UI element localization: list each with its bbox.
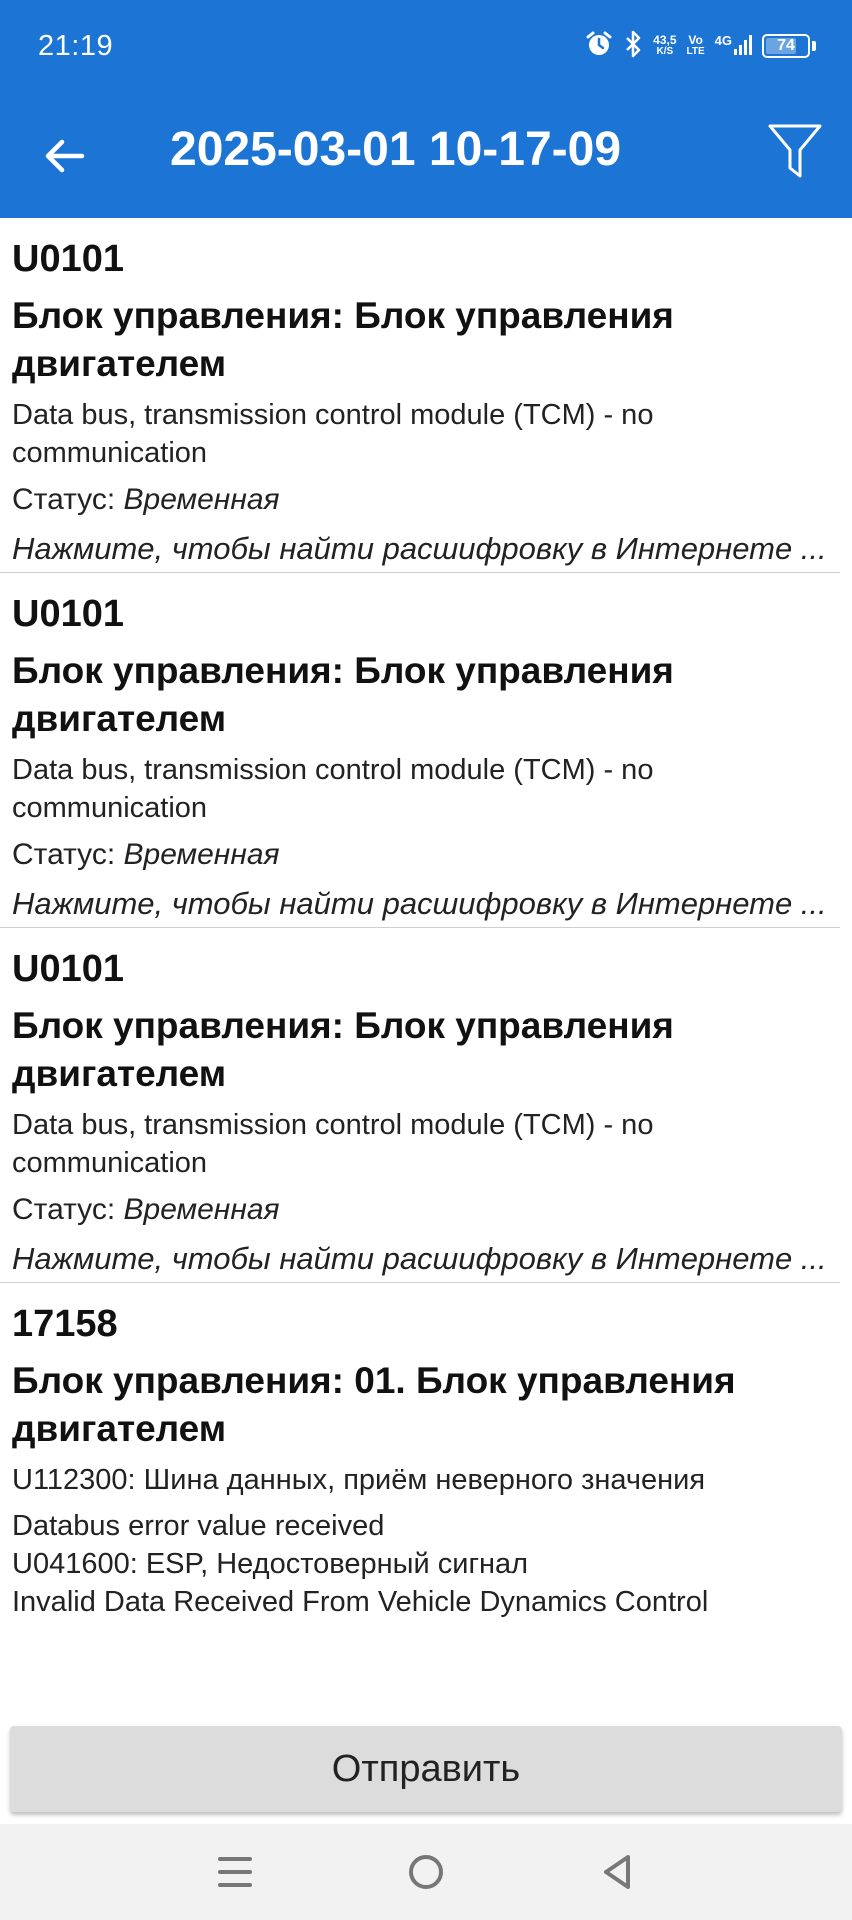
control-unit: Блок управления: Блок управления двигате… <box>12 295 674 384</box>
error-description: Data bus, transmission control module (T… <box>12 1109 654 1179</box>
battery-icon: 74 <box>762 34 816 58</box>
error-status: Статус: Временная <box>12 480 828 520</box>
battery-level: 74 <box>777 37 795 54</box>
status-bar: 21:19 43,5 K/S Vo LTE 4G 74 <box>0 0 852 92</box>
network-type: 4G <box>714 33 752 57</box>
network-type-label: 4G <box>714 33 732 48</box>
menu-icon <box>218 1857 253 1887</box>
battery-tip <box>812 41 816 51</box>
arrow-left-icon <box>45 139 85 173</box>
status-label: Статус: <box>12 483 124 516</box>
error-status: Статус: Временная <box>12 835 828 875</box>
status-time: 21:19 <box>38 30 114 62</box>
back-nav-button[interactable] <box>587 1842 647 1902</box>
navigation-bar <box>0 1824 852 1920</box>
send-button-container: Отправить <box>10 1726 842 1812</box>
error-status: Статус: Временная <box>12 1190 828 1230</box>
volte-top: Vo <box>688 33 703 47</box>
search-online-link[interactable]: Нажмите, чтобы найти расшифровку в Интер… <box>12 883 828 927</box>
error-list: U0101 Блок управления: Блок управления д… <box>0 218 852 1718</box>
alarm-icon <box>585 30 613 63</box>
error-item[interactable]: 17158 Блок управления: 01. Блок управлен… <box>0 1283 840 1621</box>
status-value: Временная <box>123 1193 280 1226</box>
back-button[interactable] <box>32 124 96 188</box>
back-triangle-icon <box>603 1855 630 1889</box>
filter-button[interactable] <box>762 118 828 184</box>
battery-body: 74 <box>762 34 810 58</box>
error-detail-line: U041600: ESP, Недостоверный сигнал <box>12 1548 529 1580</box>
signal-icon <box>734 35 752 57</box>
net-speed-unit: K/S <box>656 46 674 57</box>
volte-indicator: Vo LTE <box>687 34 705 58</box>
error-code: 17158 <box>12 1303 118 1345</box>
error-detail-line: Invalid Data Received From Vehicle Dynam… <box>12 1586 709 1618</box>
home-icon <box>408 1855 443 1889</box>
send-button[interactable]: Отправить <box>10 1726 842 1812</box>
net-speed-value: 43,5 <box>653 33 677 47</box>
error-item[interactable]: U0101 Блок управления: Блок управления д… <box>0 928 840 1283</box>
error-description: Data bus, transmission control module (T… <box>12 754 654 824</box>
status-value: Временная <box>123 838 280 871</box>
bluetooth-icon <box>623 30 643 63</box>
control-unit: Блок управления: 01. Блок управления дви… <box>12 1360 736 1449</box>
error-detail-line: Databus error value received <box>12 1510 385 1542</box>
error-item[interactable]: U0101 Блок управления: Блок управления д… <box>0 573 840 928</box>
volte-bottom: LTE <box>686 46 705 57</box>
error-code: U0101 <box>12 593 124 635</box>
error-detail-line: U112300: Шина данных, приём неверного зн… <box>12 1464 706 1496</box>
network-speed: 43,5 K/S <box>653 34 676 58</box>
home-button[interactable] <box>396 1842 456 1902</box>
status-icons: 43,5 K/S Vo LTE 4G 74 <box>585 28 816 64</box>
error-description: Data bus, transmission control module (T… <box>12 399 654 469</box>
search-online-link[interactable]: Нажмите, чтобы найти расшифровку в Интер… <box>12 528 828 572</box>
control-unit: Блок управления: Блок управления двигате… <box>12 1005 674 1094</box>
app-bar: 2025-03-01 10-17-09 <box>0 92 852 218</box>
status-label: Статус: <box>12 1193 124 1226</box>
error-code: U0101 <box>12 948 124 990</box>
status-value: Временная <box>123 483 280 516</box>
control-unit: Блок управления: Блок управления двигате… <box>12 650 674 739</box>
search-online-link[interactable]: Нажмите, чтобы найти расшифровку в Интер… <box>12 1238 828 1282</box>
page-title: 2025-03-01 10-17-09 <box>170 123 622 176</box>
error-code: U0101 <box>12 238 124 280</box>
recent-apps-button[interactable] <box>205 1842 265 1902</box>
filter-icon <box>768 124 822 178</box>
status-label: Статус: <box>12 838 124 871</box>
error-item[interactable]: U0101 Блок управления: Блок управления д… <box>0 218 840 573</box>
